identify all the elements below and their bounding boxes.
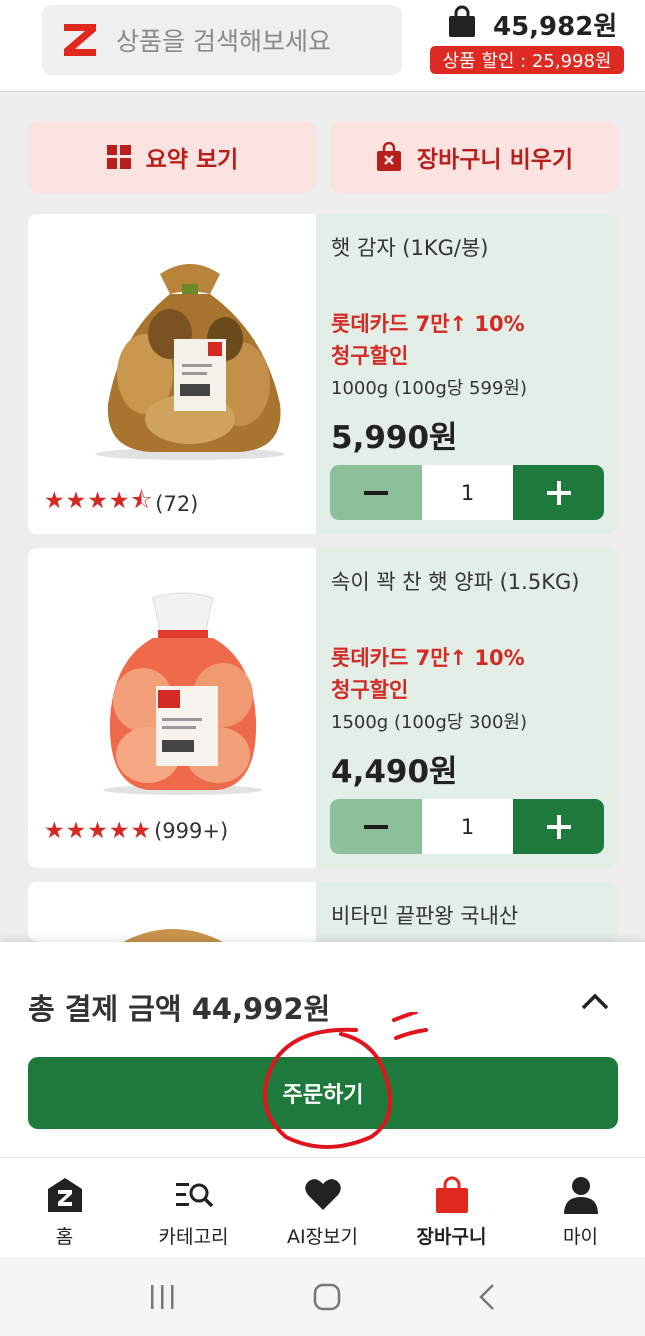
- card-promo-text: 롯데카드 7만↑ 10% 청구할인: [331, 642, 525, 706]
- grid-icon: [106, 145, 131, 169]
- search-bar[interactable]: 상품을 검색해보세요: [42, 5, 402, 75]
- quantity-stepper: 1: [330, 465, 604, 520]
- system-navigation-bar: [0, 1257, 645, 1336]
- decrease-quantity-button[interactable]: [330, 799, 422, 854]
- recent-apps-icon[interactable]: [148, 1284, 178, 1310]
- total-payment-amount: 총 결제 금액 44,992원: [28, 992, 331, 1026]
- nav-label: 홈: [55, 1226, 74, 1248]
- product-name[interactable]: 비타민 끝판왕 국내산: [331, 900, 518, 930]
- product-info: 비타민 끝판왕 국내산: [316, 882, 618, 942]
- shopping-bag-icon: [445, 5, 479, 43]
- chevron-up-icon[interactable]: [581, 992, 609, 1010]
- product-image[interactable]: [123, 926, 223, 942]
- increase-quantity-button[interactable]: [513, 799, 604, 854]
- z-logo-icon: [60, 20, 100, 60]
- cart-item-card: 비타민 끝판왕 국내산: [28, 882, 618, 942]
- card-promo-text: 롯데카드 7만↑ 10% 청구할인: [331, 308, 525, 372]
- product-info: 햇 감자 (1KG/봉) 롯데카드 7만↑ 10% 청구할인 1000g (10…: [316, 214, 618, 534]
- potato-bag-image[interactable]: [90, 254, 290, 464]
- shopping-bag-icon: [433, 1176, 471, 1214]
- increase-quantity-button[interactable]: [513, 465, 604, 520]
- minus-icon: [364, 824, 388, 829]
- product-rating: ★★★★★ (999+): [44, 818, 228, 844]
- summary-view-label: 요약 보기: [145, 147, 239, 173]
- product-price: 5,990원: [331, 420, 458, 456]
- quantity-value: 1: [422, 465, 513, 520]
- nav-category[interactable]: 카테고리: [129, 1158, 258, 1257]
- review-count: (999+): [154, 819, 229, 843]
- plus-icon: [546, 814, 571, 839]
- product-image-area: ★★★★★ (999+): [28, 548, 316, 868]
- nav-label: AI장보기: [286, 1226, 359, 1248]
- promo-line-1: 롯데카드 7만↑ 10%: [331, 646, 525, 670]
- search-placeholder: 상품을 검색해보세요: [116, 27, 331, 56]
- product-info: 속이 꽉 찬 햇 양파 (1.5KG) 롯데카드 7만↑ 10% 청구할인 15…: [316, 548, 618, 868]
- category-search-icon: [175, 1176, 213, 1214]
- empty-cart-label: 장바구니 비우기: [416, 147, 574, 173]
- onion-bag-image[interactable]: [98, 590, 268, 800]
- unit-price: 1000g (100g당 599원): [331, 378, 527, 399]
- empty-cart-button[interactable]: 장바구니 비우기: [330, 121, 618, 193]
- nav-ai-shopping[interactable]: AI장보기: [258, 1158, 387, 1257]
- review-count: (72): [155, 491, 199, 516]
- quantity-value: 1: [422, 799, 513, 854]
- cart-item-card: ★★★★⯪ (72) 햇 감자 (1KG/봉) 롯데카드 7만↑ 10% 청구할…: [28, 214, 618, 534]
- bag-clear-icon: [376, 142, 401, 171]
- cart-total-amount: 45,982원: [493, 11, 618, 42]
- summary-view-button[interactable]: 요약 보기: [28, 121, 316, 193]
- person-icon: [562, 1176, 600, 1214]
- minus-icon: [364, 490, 388, 495]
- rating-stars: ★★★★⯪: [44, 488, 154, 514]
- product-rating: ★★★★⯪ (72): [44, 484, 198, 523]
- nav-label: 카테고리: [158, 1226, 229, 1248]
- nav-cart[interactable]: 장바구니: [387, 1158, 516, 1257]
- unit-price: 1500g (100g당 300원): [331, 712, 527, 733]
- checkout-sheet: 총 결제 금액 44,992원 주문하기: [0, 942, 645, 1157]
- product-image-area: ★★★★⯪ (72): [28, 214, 316, 534]
- promo-line-2: 청구할인: [331, 678, 409, 702]
- discount-badge: 상품 할인 : 25,998원: [430, 46, 624, 74]
- product-price: 4,490원: [331, 754, 458, 790]
- nav-home[interactable]: 홈: [0, 1158, 129, 1257]
- nav-label: 마이: [563, 1226, 598, 1248]
- quantity-stepper: 1: [330, 799, 604, 854]
- plus-icon: [546, 480, 571, 505]
- promo-line-1: 롯데카드 7만↑ 10%: [331, 312, 525, 336]
- product-image-area: [28, 882, 316, 942]
- home-button-icon[interactable]: [313, 1283, 341, 1311]
- product-name[interactable]: 속이 꽉 찬 햇 양파 (1.5KG): [331, 566, 579, 596]
- heart-icon: [304, 1176, 342, 1214]
- order-button[interactable]: 주문하기: [28, 1057, 618, 1129]
- rating-stars: ★★★★★: [44, 818, 153, 844]
- nav-my[interactable]: 마이: [516, 1158, 645, 1257]
- cart-item-card: ★★★★★ (999+) 속이 꽉 찬 햇 양파 (1.5KG) 롯데카드 7만…: [28, 548, 618, 868]
- promo-line-2: 청구할인: [331, 344, 409, 368]
- nav-label: 장바구니: [416, 1226, 487, 1248]
- product-name[interactable]: 햇 감자 (1KG/봉): [331, 232, 489, 262]
- home-icon: [46, 1176, 84, 1214]
- decrease-quantity-button[interactable]: [330, 465, 422, 520]
- app-header: 상품을 검색해보세요 45,982원 상품 할인 : 25,998원: [0, 0, 645, 92]
- cart-total[interactable]: 45,982원: [445, 5, 617, 43]
- bottom-navigation: 홈 카테고리 AI장보기 장바구니 마이: [0, 1157, 645, 1257]
- back-icon[interactable]: [477, 1283, 497, 1311]
